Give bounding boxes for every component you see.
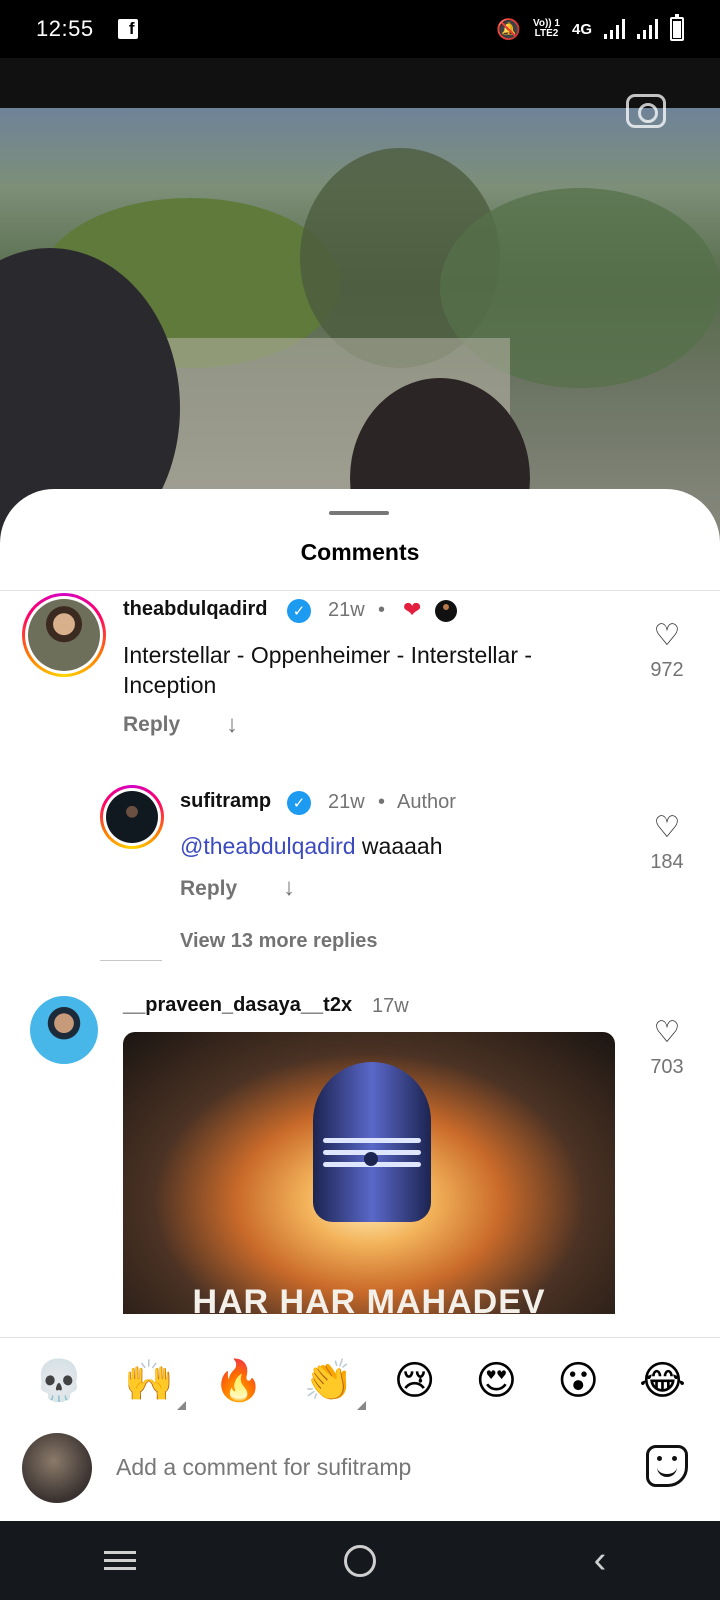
status-time: 12:55 [36,16,94,41]
comment-age: 21w [328,791,365,813]
creator-mini-avatar [435,600,457,622]
comment-input[interactable] [116,1445,596,1489]
status-bar: 12:55 f 🔕 Vo)) 1 LTE2 4G [0,0,720,58]
comment-text: @theabdulqadird waaaah [180,831,600,861]
comment-age: 17w [372,995,409,1017]
heart-icon[interactable]: ♡ [637,621,697,651]
translate-arrow-icon[interactable]: ↓ [283,874,295,902]
emoji-cry-button[interactable]: 😢 [394,1358,436,1404]
mute-bell-icon: 🔕 [496,18,521,41]
emoji-heart-eyes-button[interactable]: 😍 [476,1358,518,1404]
comment-username[interactable]: __praveen_dasaya__t2x [123,994,352,1017]
verified-badge-icon: ✓ [287,599,311,623]
gif-caption: HAR HAR MAHADEV [192,1283,546,1314]
recent-apps-button[interactable] [90,1531,150,1591]
heart-icon[interactable]: ♡ [637,1018,697,1048]
camera-icon[interactable] [626,94,666,128]
heart-icon[interactable]: ♡ [637,813,697,843]
avatar[interactable] [22,593,106,677]
emoji-reaction-bar: 💀 🙌 🔥 👏 😢 😍 😮 😂 [0,1337,720,1423]
top-bar [0,58,720,108]
emoji-laugh-button[interactable]: 😂 [639,1358,686,1404]
emoji-fire-button[interactable]: 🔥 [214,1357,264,1404]
comment-username[interactable]: theabdulqadird [123,598,267,621]
like-button[interactable]: ♡ 703 [637,1018,697,1079]
sheet-title: Comments [300,539,420,565]
view-more-line [100,960,162,961]
comment-text: Interstellar - Oppenheimer - Interstella… [123,642,533,698]
facebook-notification-icon: f [117,19,138,39]
system-nav-bar: ‹ [0,1521,720,1600]
view-more-replies[interactable]: View 13 more replies [180,930,378,953]
home-button[interactable] [330,1531,390,1591]
reply-button[interactable]: Reply [123,713,180,737]
meta-separator: • [378,599,386,621]
emoji-raised-hands-button[interactable]: 🙌 [124,1357,186,1410]
drag-handle[interactable] [329,511,389,515]
network-type: 4G [571,20,592,38]
avatar[interactable] [30,996,98,1064]
mention-link[interactable]: @theabdulqadird [180,833,356,859]
emoji-wow-button[interactable]: 😮 [557,1358,599,1404]
translate-arrow-icon[interactable]: ↓ [226,711,238,739]
verified-badge-icon: ✓ [287,791,311,815]
back-button[interactable]: ‹ [570,1531,630,1591]
volte-indicator: Vo)) 1 LTE2 [532,18,560,39]
signal-strength-2-icon [637,19,658,39]
comment-age: 21w [328,599,365,621]
avatar[interactable] [100,785,164,849]
creator-liked-heart-icon: ❤ [403,597,422,622]
comment-compose [0,1423,720,1521]
like-button[interactable]: ♡ 184 [637,813,697,874]
divider [0,590,720,591]
like-count: 184 [650,851,684,873]
home-icon [344,1544,376,1577]
like-count: 972 [650,659,684,681]
gif-image [313,1062,431,1222]
meta-separator: • [378,791,386,813]
reply-button[interactable]: Reply [180,877,237,901]
emoji-clap-button[interactable]: 👏 [304,1357,366,1410]
like-count: 703 [650,1056,684,1078]
reel-background-photo[interactable] [0,108,720,548]
comment-body: waaaah [355,833,443,859]
battery-icon [670,14,684,41]
comment-gif[interactable]: HAR HAR MAHADEV [123,1032,615,1314]
status-icons: 🔕 Vo)) 1 LTE2 4G [496,14,684,42]
emoji-skull-button[interactable]: 💀 [34,1357,84,1404]
author-badge: Author [397,791,456,813]
sticker-icon[interactable] [646,1445,688,1487]
like-button[interactable]: ♡ 972 [637,621,697,682]
my-avatar[interactable] [22,1433,92,1503]
comment-username[interactable]: sufitramp [180,790,271,813]
signal-strength-icon [604,19,625,39]
